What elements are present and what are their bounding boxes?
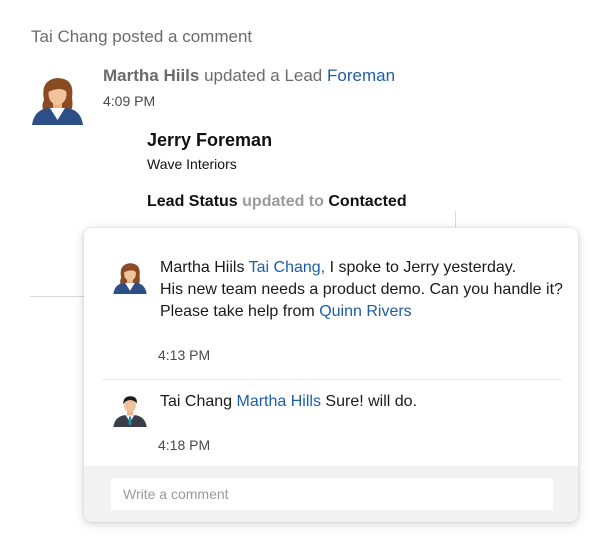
comment-author[interactable]: Tai Chang: [160, 393, 232, 410]
comment-input[interactable]: [111, 478, 553, 510]
comments-panel: Martha Hiils Tai Chang, I spoke to Jerry…: [84, 228, 578, 522]
lead-change-text: updated to: [242, 193, 324, 210]
comment-text: Sure! will do.: [325, 393, 418, 410]
lead-company: Wave Interiors: [147, 156, 237, 172]
comment-author[interactable]: Martha Hiils: [160, 259, 244, 276]
lead-new-value: Contacted: [328, 193, 407, 210]
comment-text: Please take help from: [160, 303, 315, 320]
woman-avatar-icon[interactable]: [30, 70, 85, 125]
comment-mention[interactable]: Martha Hills: [237, 393, 321, 410]
man-avatar-icon[interactable]: [112, 391, 148, 427]
comment-mention[interactable]: Quinn Rivers: [319, 303, 411, 320]
comment-text: His new team needs a product demo. Can y…: [160, 281, 563, 298]
comment-composer: [84, 466, 578, 522]
comment-mention[interactable]: Tai Chang,: [249, 259, 326, 276]
lead-name[interactable]: Jerry Foreman: [147, 130, 272, 151]
divider: [455, 211, 456, 227]
comment-body: Martha Hiils Tai Chang, I spoke to Jerry…: [160, 257, 570, 323]
post-action: updated a Lead: [204, 66, 323, 85]
post-timestamp: 4:09 PM: [103, 93, 156, 109]
activity-notice: Tai Chang posted a comment: [31, 27, 253, 46]
comment-timestamp: 4:18 PM: [158, 437, 211, 453]
comment-separator: [102, 379, 562, 380]
comment-text: I spoke to Jerry yesterday.: [329, 259, 517, 276]
comment-timestamp: 4:13 PM: [158, 347, 211, 363]
post-author[interactable]: Martha Hiils: [103, 66, 199, 85]
woman-avatar-icon[interactable]: [112, 258, 148, 294]
lead-field-label: Lead Status: [147, 193, 238, 210]
divider: [30, 296, 86, 297]
lead-status-change: Lead Status updated to Contacted: [147, 193, 407, 211]
post-author-line: Martha Hiils updated a Lead Foreman: [103, 66, 395, 86]
post-target-link[interactable]: Foreman: [327, 66, 395, 85]
comment-body: Tai Chang Martha Hills Sure! will do.: [160, 391, 570, 413]
